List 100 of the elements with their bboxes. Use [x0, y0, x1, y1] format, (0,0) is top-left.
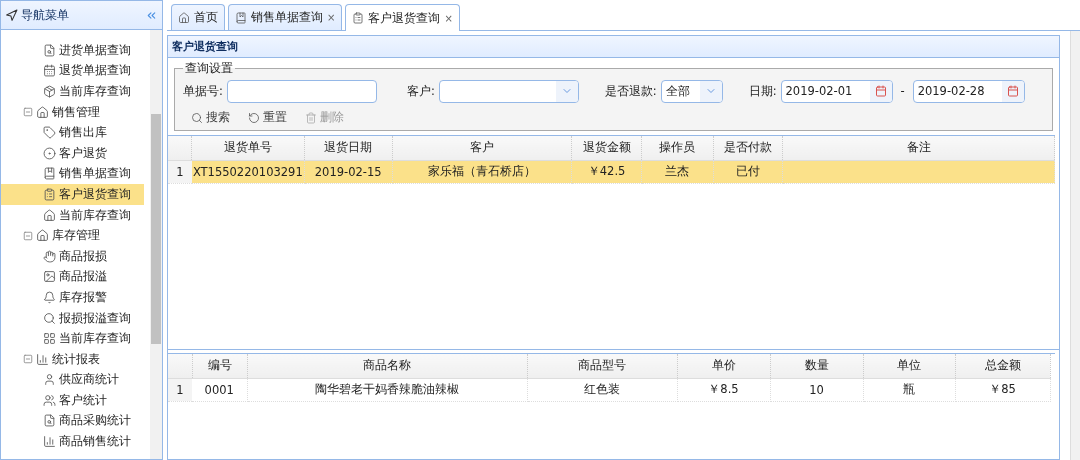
scrollbar[interactable] — [150, 30, 162, 459]
column-header[interactable]: 编号 — [192, 354, 247, 378]
dropdown-field[interactable]: 全部 — [660, 79, 723, 103]
bar-chart-icon — [43, 435, 56, 449]
tree-item[interactable]: 进货单据查询 — [1, 40, 144, 61]
field-label: 单据号: — [183, 83, 223, 99]
table-row[interactable]: 1 0001 陶华碧老干妈香辣脆油辣椒 红色装 ￥8.5 10 瓶 ￥85 — [168, 378, 1050, 401]
date-input[interactable]: 2019-02-28 — [913, 80, 1002, 102]
tag-icon — [43, 126, 56, 140]
scrollbar[interactable] — [1070, 31, 1080, 460]
table-row[interactable]: 1 XT1550220103291 2019-02-15 家乐福（青石桥店） ￥42.5 兰杰 已付 — [168, 160, 1055, 183]
tree-item[interactable]: 客户退货 — [1, 142, 144, 164]
dropdown-field[interactable] — [438, 79, 579, 103]
column-header[interactable]: 操作员 — [641, 136, 714, 160]
tree-group[interactable]: 统计报表 — [1, 348, 144, 370]
column-header[interactable]: 总金额 — [955, 354, 1050, 378]
toolbar-button[interactable]: 重置 — [246, 108, 289, 127]
tree-group-label: 销售管理 — [52, 104, 100, 120]
date-field[interactable]: 2019-02-28 — [912, 79, 1025, 103]
tree-group-label: 库存管理 — [52, 228, 100, 244]
tree-item[interactable]: 当前库存查询 — [1, 81, 144, 102]
tree-item[interactable]: 库存报警 — [1, 287, 144, 308]
panel-title: 客户退货查询 — [172, 39, 238, 54]
table-cell: 红色装 — [527, 378, 677, 401]
group-legend: 查询设置 — [183, 61, 235, 76]
tree-group-label: 统计报表 — [52, 351, 100, 367]
tab[interactable]: 客户退货查询 × — [345, 4, 460, 31]
field-label: - — [900, 84, 905, 98]
table-cell: 已付 — [713, 160, 783, 183]
user-icon — [43, 373, 56, 387]
house-icon — [36, 105, 49, 119]
house-icon — [36, 229, 49, 243]
date-input[interactable]: 2019-02-01 — [781, 80, 870, 102]
collapse-toggle-icon[interactable] — [23, 107, 33, 118]
tree-item[interactable]: 当前库存查询 — [1, 328, 144, 349]
row-number: 1 — [168, 378, 192, 401]
clipboard-icon — [43, 187, 56, 201]
document-search-icon — [43, 414, 56, 428]
hand-icon — [43, 249, 56, 263]
search-icon — [43, 311, 56, 325]
date-field[interactable]: 2019-02-01 — [780, 79, 893, 103]
column-header[interactable]: 备注 — [782, 136, 1055, 160]
column-header[interactable]: 数量 — [770, 354, 863, 378]
search-icon — [191, 111, 203, 124]
table-cell: 10 — [770, 378, 863, 401]
clipboard-icon — [352, 12, 365, 24]
tree-item[interactable]: 当前库存查询 — [1, 204, 144, 226]
tree-item[interactable]: 销售单据查询 — [1, 163, 144, 185]
tree-item[interactable]: 报损报溢查询 — [1, 307, 144, 329]
column-header[interactable]: 商品型号 — [527, 354, 677, 378]
column-header[interactable]: 退货金额 — [571, 136, 642, 160]
column-header[interactable]: 单价 — [677, 354, 770, 378]
tree-item[interactable]: 商品报损 — [1, 245, 144, 267]
field-label: 客户: — [406, 83, 435, 99]
bell-icon — [43, 290, 56, 304]
table-cell: 0001 — [192, 378, 247, 401]
tree-item[interactable]: 商品报溢 — [1, 266, 144, 288]
column-header[interactable]: 退货单号 — [191, 136, 305, 160]
column-header[interactable]: 客户 — [392, 136, 572, 160]
table-cell: 陶华碧老干妈香辣脆油辣椒 — [247, 378, 527, 401]
tree-group[interactable]: 销售管理 — [1, 101, 144, 123]
tree-item[interactable]: 客户统计 — [1, 390, 144, 411]
tab[interactable]: 首页 — [171, 4, 225, 30]
navigation-arrow-icon — [5, 8, 18, 22]
close-icon[interactable]: × — [444, 12, 453, 24]
dropdown-input[interactable]: 全部 — [661, 80, 700, 102]
collapse-toggle-icon[interactable] — [23, 354, 33, 365]
field-label: 是否退款: — [604, 83, 657, 99]
tab[interactable]: 销售单据查询 × — [228, 4, 343, 30]
field-label: 日期: — [748, 83, 777, 99]
box-icon — [43, 85, 56, 98]
house-icon — [43, 208, 56, 222]
users-icon — [43, 393, 56, 407]
row-number-header — [168, 136, 192, 160]
input-field[interactable] — [226, 79, 377, 103]
sidebar-title: 导航菜单 — [21, 6, 70, 24]
tree-group[interactable]: 库存管理 — [1, 225, 144, 246]
circle-icon — [43, 146, 56, 160]
book-icon — [43, 167, 56, 181]
column-header[interactable]: 商品名称 — [247, 354, 527, 378]
close-icon[interactable]: × — [327, 12, 336, 23]
calendar-icon[interactable] — [874, 85, 887, 97]
tree-item[interactable]: 退货单据查询 — [1, 60, 144, 82]
trash-icon — [305, 111, 317, 124]
table-cell: 2019-02-15 — [304, 160, 393, 183]
document-search-icon — [43, 43, 56, 57]
tree-item[interactable]: 供应商统计 — [1, 369, 144, 391]
tree-item[interactable]: 客户退货查询 — [1, 184, 144, 205]
toolbar-button[interactable]: 搜索 — [189, 108, 232, 127]
column-header[interactable]: 单位 — [863, 354, 955, 378]
reset-icon — [248, 111, 260, 124]
table-cell: 瓶 — [863, 378, 955, 401]
tree-item[interactable]: 商品销售统计 — [1, 431, 144, 452]
tree-item[interactable]: 商品采购统计 — [1, 410, 144, 432]
calendar-icon[interactable] — [1006, 85, 1019, 97]
column-header[interactable]: 是否付款 — [713, 136, 783, 160]
calendar-icon — [43, 64, 56, 78]
collapse-toggle-icon[interactable] — [23, 230, 33, 241]
column-header[interactable]: 退货日期 — [304, 136, 393, 160]
tree-item[interactable]: 销售出库 — [1, 122, 144, 143]
